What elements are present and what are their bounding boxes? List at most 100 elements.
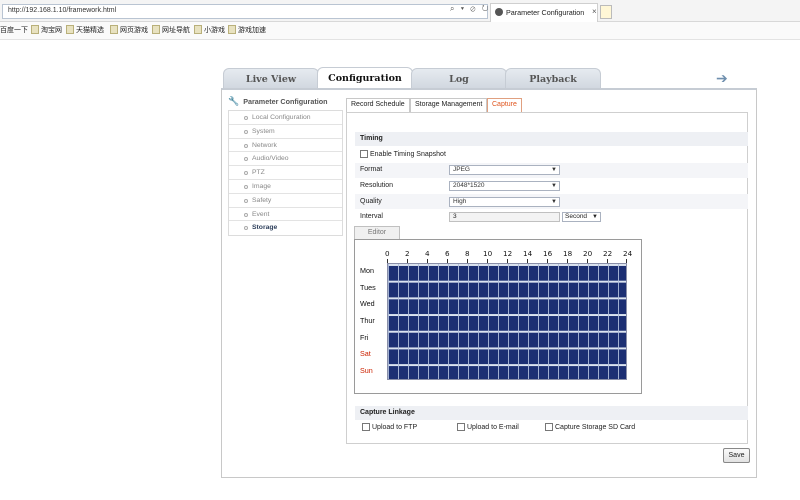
page-icon [152,25,160,34]
sidebar-item-system[interactable]: System [229,125,342,139]
sidebar-menu: Local Configuration System Network Audio… [228,110,343,237]
sidebar-item-ptz[interactable]: PTZ [229,166,342,180]
tab-playback[interactable]: Playback [505,68,601,90]
save-button[interactable]: Save [723,448,750,463]
chevron-down-icon: ▼ [551,199,557,205]
wrench-icon: 🔧 [228,96,240,106]
format-select[interactable]: JPEG ▼ [449,165,560,175]
capture-linkage-header: Capture Linkage [355,406,748,420]
new-tab-button[interactable] [600,5,612,19]
interval-input[interactable]: 3 [449,212,560,222]
enable-timing-label: Enable Timing Snapshot [370,151,446,158]
sidebar-item-network[interactable]: Network [229,139,342,153]
page-icon [66,25,74,34]
page-icon [228,25,236,34]
day-label-sat: Sat [360,349,371,358]
quality-label: Quality [360,198,382,205]
day-label-wed: Wed [360,299,375,308]
sidebar-item-event[interactable]: Event [229,208,342,222]
day-label-fri: Fri [360,333,369,342]
hour-label: 8 [465,249,470,258]
favorite-item[interactable]: 淘宝网 [31,25,62,35]
day-label-mon: Mon [360,266,374,275]
sidebar-item-local-configuration[interactable]: Local Configuration [229,111,342,125]
hour-label: 6 [445,249,450,258]
address-bar: http://192.168.1.10/framework.html ⌕ ▾ ⊘… [0,0,800,22]
hour-label: 12 [503,249,513,258]
browser-tab-label: Parameter Configuration [506,8,585,17]
capture-sd-label: Capture Storage SD Card [555,424,636,431]
bullet-icon [244,116,248,120]
page-icon [194,25,202,34]
schedule-grid[interactable] [387,263,627,380]
editor-button[interactable]: Editor [354,226,400,239]
interval-unit-select[interactable]: Second ▼ [562,212,601,222]
tab-storage-management[interactable]: Storage Management [410,98,488,112]
chevron-down-icon: ▼ [551,167,557,173]
enable-timing-row[interactable]: Enable Timing Snapshot [360,150,446,158]
bullet-icon [244,212,248,217]
favorite-item[interactable]: 百度一下 [0,25,28,35]
format-label: Format [360,166,383,173]
upload-email-label: Upload to E-mail [467,424,519,431]
bullet-icon [244,171,248,176]
favorite-item[interactable]: 天猫精选 [66,25,104,35]
sidebar-title: 🔧 Parameter Configuration [228,96,328,106]
page-icon [110,25,118,34]
search-icon[interactable]: ⌕ ▾ ⊘ ↻ [450,4,490,14]
hour-label: 20 [583,249,593,258]
quality-select[interactable]: High ▼ [449,197,560,207]
hour-label: 14 [523,249,533,258]
bullet-icon [244,184,248,189]
favorite-item[interactable]: 游戏加速 [228,25,266,35]
capture-sd-option[interactable]: Capture Storage SD Card [545,423,635,431]
tab-configuration[interactable]: Configuration [317,67,413,90]
browser-tab[interactable]: Parameter Configuration [490,3,598,22]
sidebar-item-safety[interactable]: Safety [229,194,342,208]
sidebar-item-storage[interactable]: Storage [229,221,342,235]
upload-email-checkbox[interactable] [457,423,465,431]
bullet-icon [244,129,248,134]
enable-timing-checkbox[interactable] [360,150,368,158]
resolution-label: Resolution [360,182,394,189]
chevron-down-icon: ▼ [592,214,598,220]
globe-icon [495,8,503,16]
upload-ftp-label: Upload to FTP [372,424,418,431]
chevron-down-icon: ▼ [551,183,557,189]
page-icon [31,25,39,34]
bullet-icon [244,143,248,148]
favorite-item[interactable]: 网页游戏 [110,25,148,35]
hour-label: 10 [483,249,493,258]
bullet-icon [244,157,248,162]
upload-ftp-checkbox[interactable] [362,423,370,431]
tab-record-schedule[interactable]: Record Schedule [346,98,410,112]
sidebar-item-image[interactable]: Image [229,180,342,194]
resolution-select[interactable]: 2048*1520 ▼ [449,181,560,191]
url-input[interactable]: http://192.168.1.10/framework.html [2,4,488,19]
upload-email-option[interactable]: Upload to E-mail [457,423,519,431]
bullet-icon [244,198,248,203]
hour-label: 16 [543,249,553,258]
interval-label: Interval [360,213,383,220]
day-label-sun: Sun [360,366,373,375]
tab-live-view[interactable]: Live View [223,68,319,90]
hour-label: 24 [623,249,633,258]
sidebar-item-audio-video[interactable]: Audio/Video [229,152,342,167]
capture-sd-checkbox[interactable] [545,423,553,431]
timing-header: Timing [355,132,748,146]
hour-label: 0 [385,249,390,258]
favorite-item[interactable]: 网址导航 [152,25,190,35]
favorites-bar: 百度一下 淘宝网 天猫精选 网页游戏 网址导航 小游戏 游戏加速 [0,22,800,40]
close-icon[interactable]: × [592,7,597,16]
day-label-thur: Thur [360,316,375,325]
day-label-tues: Tues [360,283,376,292]
tab-capture[interactable]: Capture [487,98,522,112]
hour-label: 22 [603,249,613,258]
hour-label: 18 [563,249,573,258]
hour-label: 2 [405,249,410,258]
tab-log[interactable]: Log [411,68,507,90]
hour-label: 4 [425,249,430,258]
upload-ftp-option[interactable]: Upload to FTP [362,423,417,431]
logout-arrow-icon[interactable]: ➔ [716,70,728,87]
favorite-item[interactable]: 小游戏 [194,25,225,35]
